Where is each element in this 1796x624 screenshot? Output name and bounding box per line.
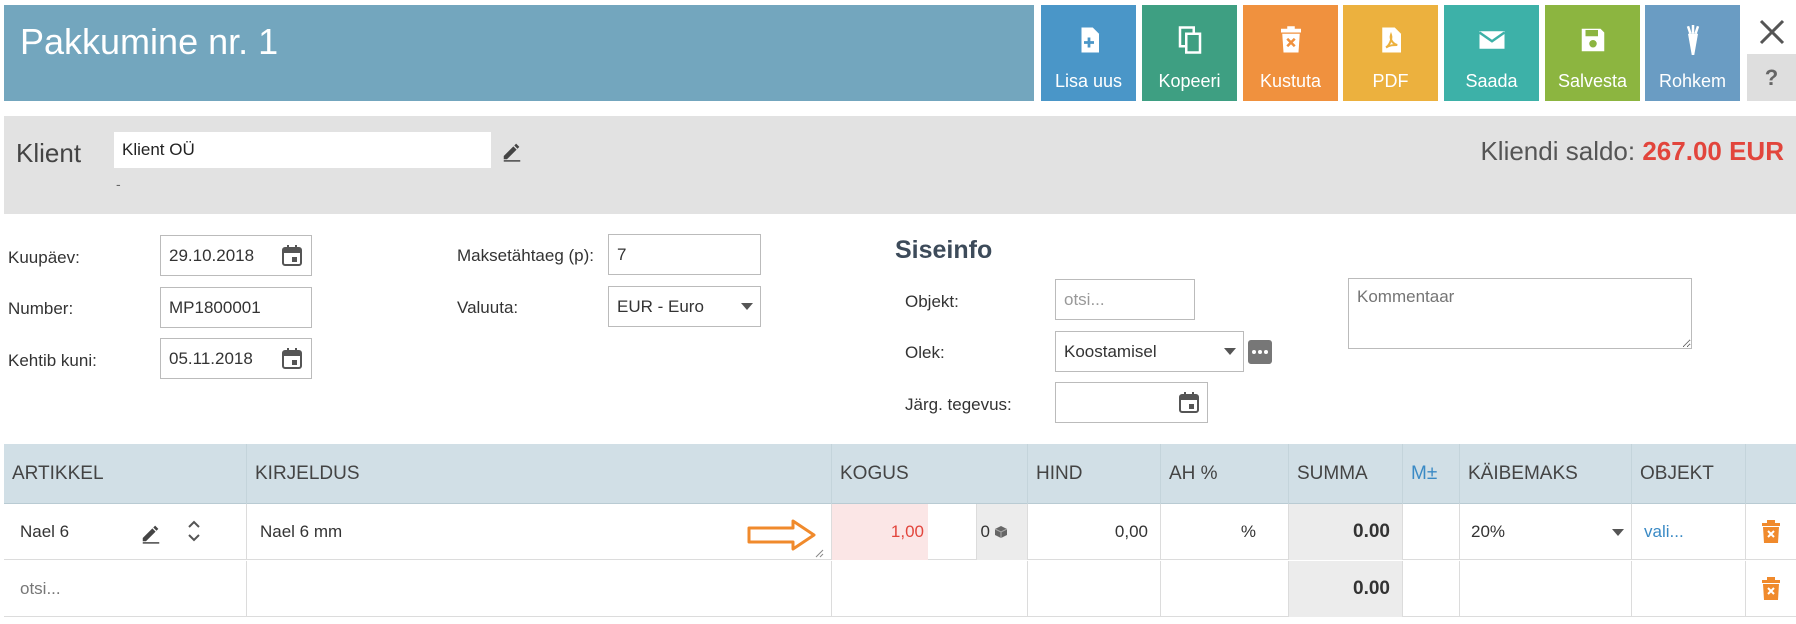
calendar-icon[interactable] <box>280 244 304 268</box>
save-label: Salvesta <box>1557 71 1628 91</box>
floppy-disk-icon <box>1581 28 1605 52</box>
help-button[interactable]: ? <box>1747 54 1796 101</box>
column-discount: AH % <box>1160 444 1288 504</box>
arrow-right-icon <box>747 519 816 551</box>
due-days-label: Maksetähtaeg (p): <box>457 246 595 265</box>
client-input[interactable] <box>114 132 491 168</box>
dot-icon <box>1264 350 1268 354</box>
close-icon <box>1759 19 1785 45</box>
object-search-input[interactable]: otsi... <box>1055 279 1195 320</box>
description-text[interactable]: Nael 6 mm <box>260 504 342 560</box>
valid-until-label: Kehtib kuni: <box>8 351 97 370</box>
column-object: OBJEKT <box>1631 444 1745 504</box>
client-bar: Klient - Kliendi saldo: 267.00 EUR <box>4 116 1796 214</box>
add-new-label: Lisa uus <box>1054 71 1123 91</box>
sum-value: 0.00 <box>1353 521 1390 542</box>
send-label: Saada <box>1465 71 1518 91</box>
column-vat: KÄIBEMAKS <box>1459 444 1631 504</box>
object-label: Objekt: <box>905 292 959 311</box>
calendar-icon[interactable] <box>280 347 304 371</box>
client-subtitle: - <box>116 176 121 192</box>
sum-value: 0.00 <box>1353 578 1390 599</box>
currency-label: Valuuta: <box>457 298 519 317</box>
send-button[interactable]: Saada <box>1444 5 1539 101</box>
delete-label: Kustuta <box>1259 71 1322 91</box>
status-label: Olek: <box>905 343 945 362</box>
box-icon <box>994 526 1008 538</box>
trash-icon <box>1281 26 1301 53</box>
chevron-down-icon <box>1224 348 1236 355</box>
carrot-icon <box>1686 25 1700 55</box>
column-sum: SUMMA <box>1288 444 1402 504</box>
internal-info-title: Siseinfo <box>895 236 993 264</box>
table-row: Nael 6 Nael 6 mm 1,00 0 0,00 % 0.00 20% … <box>4 504 1796 560</box>
client-label: Klient <box>16 138 82 168</box>
number-input[interactable]: MP1800001 <box>160 287 312 328</box>
copy-label: Kopeeri <box>1158 71 1221 91</box>
trash-icon[interactable] <box>1761 520 1781 544</box>
column-article: ARTIKKEL <box>12 463 104 484</box>
table-header: ARTIKKEL KIRJELDUS KOGUS HIND AH % SUMMA… <box>4 444 1796 504</box>
delete-button[interactable]: Kustuta <box>1243 5 1338 101</box>
copy-icon <box>1178 26 1202 54</box>
table-row: otsi... 0.00 <box>4 561 1796 617</box>
column-description: KIRJELDUS <box>246 444 831 504</box>
more-options-button[interactable] <box>1248 340 1272 364</box>
chevron-down-icon <box>741 303 753 310</box>
chevron-down-icon <box>1612 529 1624 536</box>
due-days-input[interactable]: 7 <box>608 234 761 275</box>
save-button[interactable]: Salvesta <box>1545 5 1640 101</box>
column-quantity: KOGUS <box>831 444 1027 504</box>
pencil-icon[interactable] <box>501 140 523 162</box>
currency-select[interactable]: EUR - Euro <box>608 286 761 327</box>
pencil-icon[interactable] <box>140 522 162 544</box>
stock-value: 0 <box>980 522 990 541</box>
page-title: Pakkumine nr. 1 <box>20 21 279 62</box>
column-margin[interactable]: M± <box>1402 444 1459 504</box>
calendar-icon[interactable] <box>1177 391 1201 415</box>
vat-select[interactable]: 20% <box>1471 504 1505 560</box>
balance-value: 267.00 EUR <box>1642 136 1784 166</box>
copy-button[interactable]: Kopeeri <box>1142 5 1237 101</box>
pdf-icon <box>1382 27 1401 53</box>
column-actions <box>1745 444 1796 504</box>
quantity-value[interactable]: 1,00 <box>831 504 924 560</box>
discount-value[interactable]: % <box>1160 504 1256 560</box>
object-select-link[interactable]: vali... <box>1644 504 1684 560</box>
column-price: HIND <box>1027 444 1160 504</box>
title-bar: Pakkumine nr. 1 <box>4 5 1034 101</box>
dot-icon <box>1252 350 1256 354</box>
trash-icon[interactable] <box>1761 577 1781 601</box>
pdf-button[interactable]: PDF <box>1343 5 1438 101</box>
dot-icon <box>1258 350 1262 354</box>
client-balance: Kliendi saldo: 267.00 EUR <box>1480 136 1784 167</box>
next-action-label: Järg. tegevus: <box>905 395 1012 414</box>
status-select[interactable]: Koostamisel <box>1055 331 1244 372</box>
price-value[interactable]: 0,00 <box>1027 504 1148 560</box>
comment-textarea[interactable] <box>1348 278 1692 349</box>
envelope-icon <box>1478 31 1506 49</box>
add-new-button[interactable]: Lisa uus <box>1041 5 1136 101</box>
article-name[interactable]: Nael 6 <box>20 504 69 560</box>
close-button[interactable] <box>1752 8 1792 54</box>
article-search-input[interactable]: otsi... <box>20 561 61 617</box>
number-label: Number: <box>8 299 74 318</box>
balance-label: Kliendi saldo: <box>1480 136 1636 166</box>
more-label: Rohkem <box>1658 71 1727 91</box>
pdf-label: PDF <box>1372 71 1409 91</box>
new-document-icon <box>1081 27 1099 53</box>
date-label: Kuupäev: <box>8 248 80 267</box>
more-button[interactable]: Rohkem <box>1645 5 1740 101</box>
sort-arrows-icon[interactable] <box>186 518 202 544</box>
